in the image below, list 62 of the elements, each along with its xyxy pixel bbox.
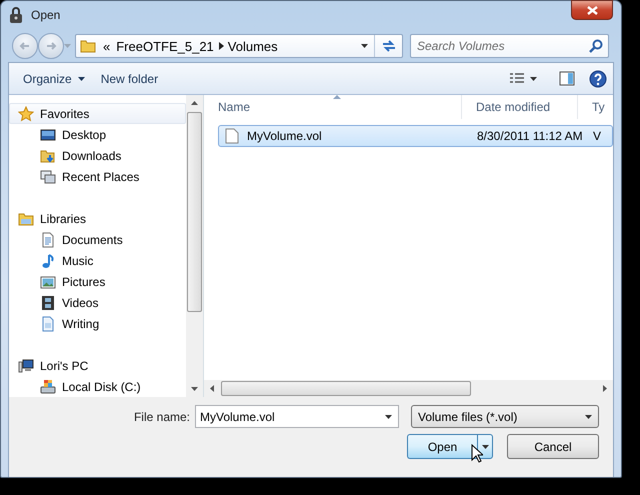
caret-icon — [385, 415, 392, 419]
folder-icon — [80, 38, 96, 54]
left-arrow-icon — [18, 40, 32, 52]
chevron-icon — [216, 42, 225, 50]
music-note-icon — [40, 252, 56, 268]
refresh-icon — [380, 39, 396, 54]
nav-item[interactable]: Music — [9, 250, 186, 271]
drive-icon — [40, 378, 56, 394]
search-icon — [589, 39, 603, 54]
caret-icon — [361, 44, 368, 48]
caret-icon — [530, 76, 537, 80]
star-icon — [18, 106, 34, 122]
nav-item[interactable]: Downloads — [9, 145, 186, 166]
document-icon — [40, 232, 56, 248]
list-view-icon — [510, 72, 524, 84]
overflow-button[interactable]: « — [100, 36, 114, 56]
close-icon — [586, 6, 598, 14]
file-type-dropdown[interactable]: Volume files (*.vol) — [411, 405, 599, 428]
right-arrow-icon — [44, 40, 58, 52]
computer-icon — [18, 358, 34, 374]
document-icon — [40, 316, 56, 332]
film-icon — [40, 294, 56, 310]
nav-item[interactable]: Desktop — [9, 124, 186, 145]
nav-item[interactable]: Lori's PC — [9, 355, 186, 376]
table-cell-text: 8/30/2011 11:12 AM — [476, 128, 583, 145]
file-name-field[interactable]: MyVolume.vol — [195, 405, 399, 428]
nav-item[interactable]: Local Disk (C:) — [9, 376, 186, 397]
cancel-button[interactable]: Cancel — [507, 434, 599, 459]
preview-pane-icon[interactable] — [559, 71, 575, 86]
padlock-icon — [9, 6, 23, 24]
desktop-icon — [40, 126, 56, 142]
mouse-cursor-icon — [471, 444, 483, 463]
open-button[interactable]: Open — [407, 434, 477, 459]
toolbar-button[interactable]: New folder — [92, 66, 166, 90]
help-icon[interactable] — [589, 70, 607, 88]
table-cell-text: V — [592, 128, 602, 145]
breadcrumb-item[interactable]: FreeOTFE_5_21 — [113, 36, 217, 56]
window-stack-icon — [40, 168, 56, 184]
search-field[interactable]: Search Volumes — [410, 34, 609, 58]
table-cell-text: MyVolume.vol — [246, 128, 322, 145]
landscape-icon — [40, 274, 56, 290]
organize-button[interactable]: Organize — [15, 66, 93, 90]
nav-item[interactable]: Libraries — [9, 208, 186, 229]
folder-download-icon — [40, 148, 56, 164]
window-title: Open — [31, 7, 60, 24]
caret-icon — [78, 76, 85, 80]
caret-icon — [585, 414, 592, 418]
nav-item[interactable]: Favorites — [9, 103, 186, 124]
library-folder-icon — [18, 210, 34, 226]
file-icon — [225, 128, 239, 144]
close-button[interactable] — [571, 0, 613, 20]
caret-icon — [64, 44, 71, 48]
nav-item[interactable]: Pictures — [9, 271, 186, 292]
dropdown-button[interactable] — [477, 434, 493, 459]
file-row[interactable]: MyVolume.vol 8/30/2011 11:12 AM V — [218, 125, 613, 147]
breadcrumb-item[interactable]: Volumes — [224, 36, 281, 56]
nav-item[interactable]: Writing — [9, 313, 186, 334]
caret-icon — [482, 444, 488, 448]
nav-item[interactable]: Videos — [9, 292, 186, 313]
field-label: File name: — [134, 408, 190, 426]
nav-item[interactable]: Recent Places — [9, 166, 186, 187]
nav-item[interactable]: Documents — [9, 229, 186, 250]
